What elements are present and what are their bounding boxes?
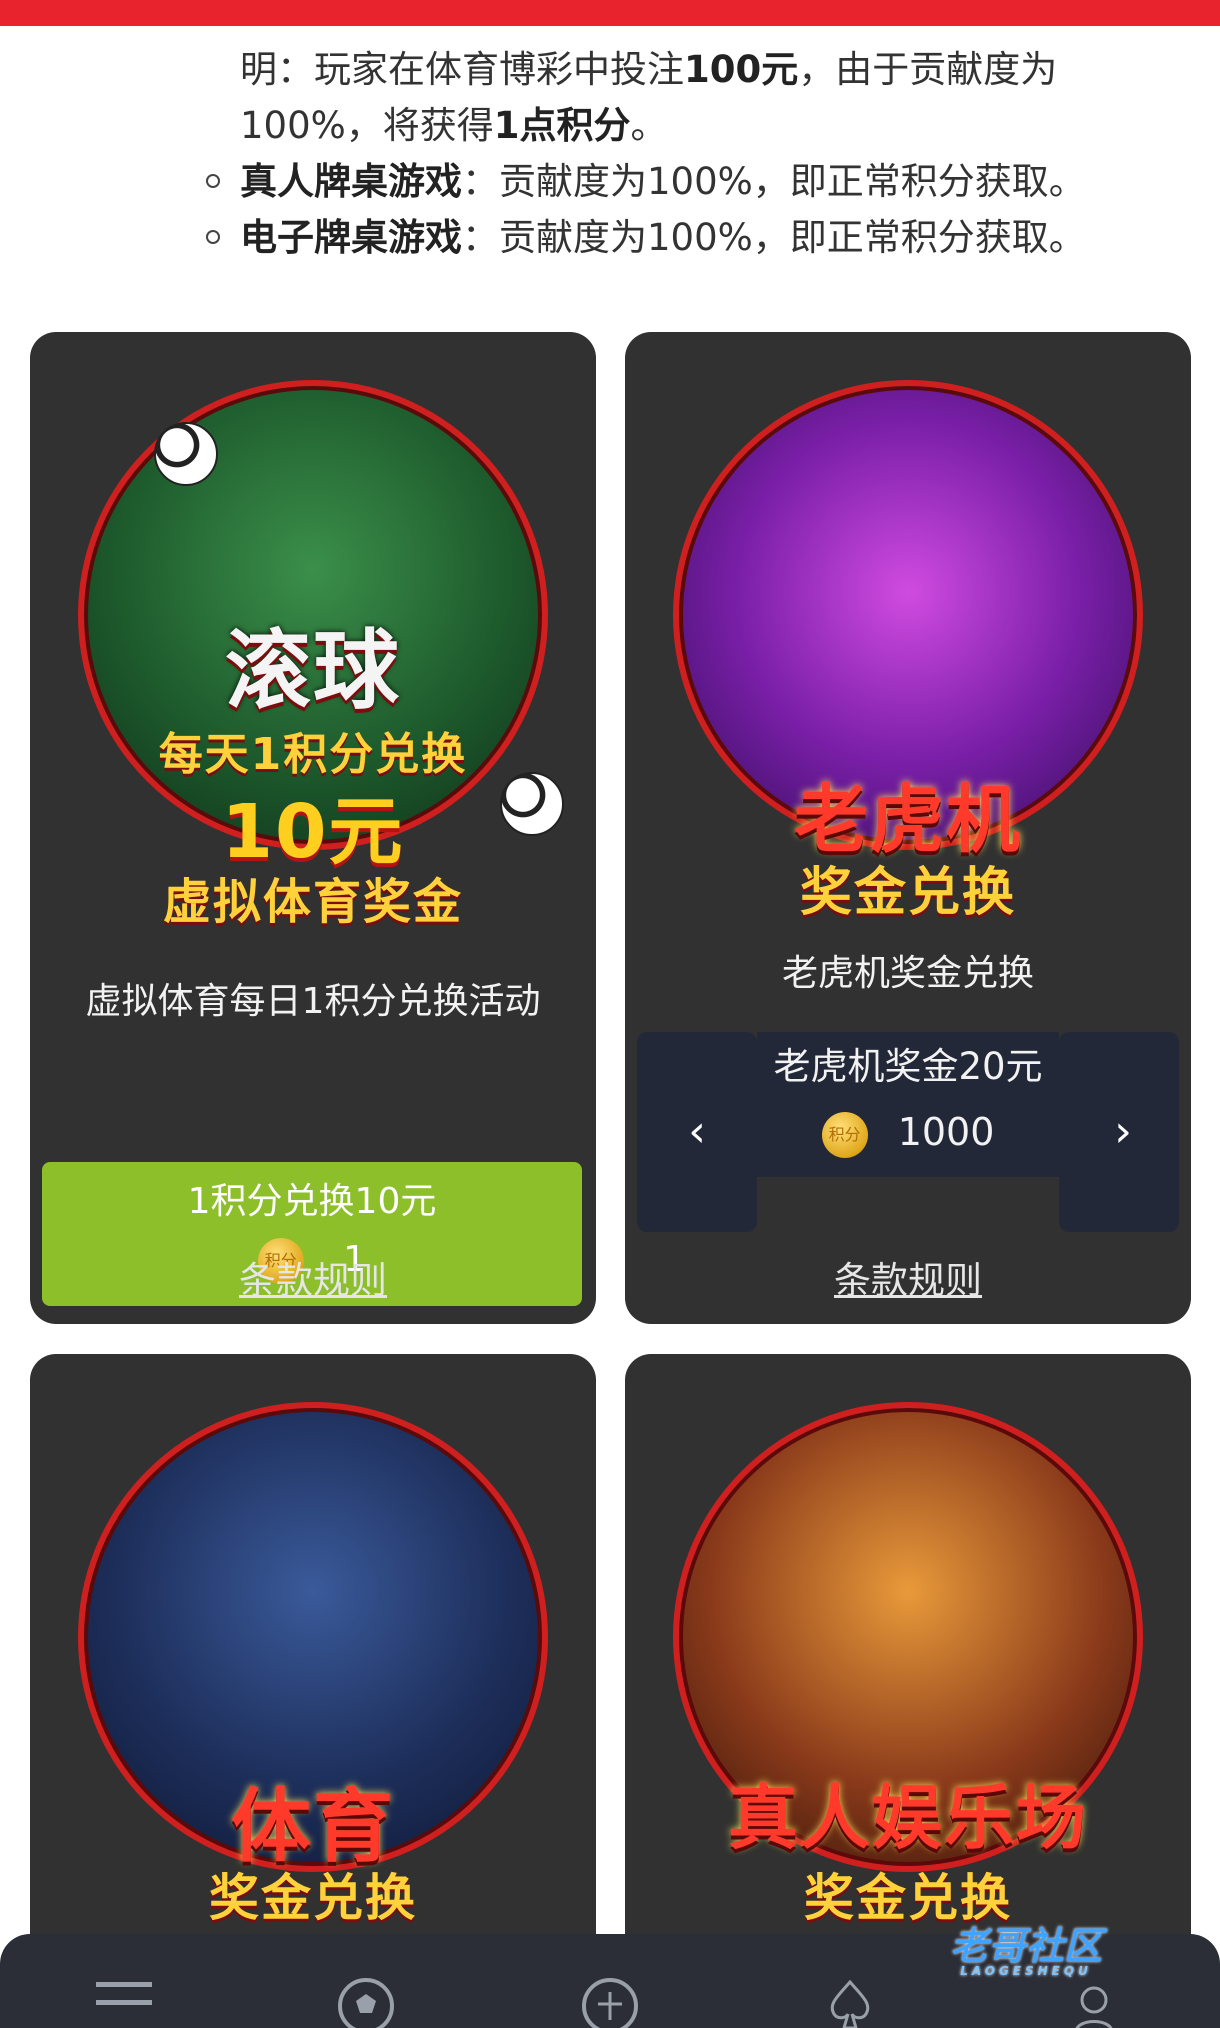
card-live-casino: 真人娱乐场 奖金兑换	[625, 1354, 1191, 2028]
card-sports: 体育 奖金兑换	[30, 1354, 596, 2028]
chevron-left-icon[interactable]: ‹	[677, 1110, 717, 1154]
watermark-title: 老哥社区	[950, 1924, 1103, 1968]
rules-item-live-table: 真人牌桌游戏：贡献度为100%，即正常积分获取。	[240, 160, 1086, 203]
rules-line-1: 明：玩家在体育博彩中投注100元，由于贡献度为	[240, 48, 1058, 91]
bullet-icon	[206, 230, 220, 244]
points-value: 1000	[897, 1110, 995, 1154]
redeem-button-label: 1积分兑换10元	[187, 1181, 437, 1222]
soccer-ball-icon[interactable]	[336, 1974, 396, 2028]
bullet-icon	[206, 174, 220, 188]
support-agent-icon[interactable]	[1064, 1974, 1124, 2028]
coin-icon: 积分	[821, 1111, 868, 1158]
banner-main-text: 滚球	[225, 621, 401, 721]
points-cost: 积分 1000	[637, 1110, 1179, 1158]
banner-sub-text: 奖金兑换	[209, 1869, 417, 1927]
card-slots: 老虎机 奖金兑换 老虎机奖金兑换 老虎机奖金20元 积分 1000 ‹ › 条款…	[625, 332, 1191, 1324]
im-sports-icon[interactable]	[580, 1974, 640, 2028]
chevron-right-icon[interactable]: ›	[1103, 1110, 1143, 1154]
banner-main-text: 真人娱乐场	[728, 1777, 1088, 1859]
terms-link[interactable]: 条款规则	[625, 1250, 1191, 1304]
spade-icon[interactable]	[820, 1974, 880, 2028]
banner-virtual-sports: 滚球 每天1积分兑换 10元 虚拟体育奖金	[58, 360, 568, 930]
menu-icon[interactable]	[94, 1974, 154, 2028]
banner-caption-text: 虚拟体育奖金	[162, 874, 463, 930]
banner-live-casino: 真人娱乐场 奖金兑换	[653, 1382, 1163, 1952]
card-title: 虚拟体育每日1积分兑换活动	[85, 981, 541, 1022]
card-title: 老虎机奖金兑换	[781, 953, 1034, 994]
terms-link[interactable]: 条款规则	[30, 1250, 596, 1304]
soccer-ball-icon	[154, 422, 218, 486]
rules-line-2: 100%，将获得1点积分。	[240, 104, 668, 147]
banner-sub-text: 奖金兑换	[799, 863, 1016, 923]
reward-label: 老虎机奖金20元	[773, 1045, 1043, 1088]
card-virtual-sports: 滚球 每天1积分兑换 10元 虚拟体育奖金 虚拟体育每日1积分兑换活动 1积分兑…	[30, 332, 596, 1324]
banner-slots: 老虎机 奖金兑换	[653, 360, 1163, 930]
watermark-logo: 老哥社区 LAOGESHEQU	[950, 1915, 1102, 1978]
rules-item-electronic-table: 电子牌桌游戏：贡献度为100%，即正常积分获取。	[240, 216, 1086, 259]
reward-carousel: 老虎机奖金20元 积分 1000 ‹ ›	[637, 1032, 1179, 1232]
rules-text: 明：玩家在体育博彩中投注100元，由于贡献度为 100%，将获得1点积分。 真人…	[0, 20, 1220, 280]
watermark-subtitle: LAOGESHEQU	[960, 1964, 1092, 1978]
banner-sports: 体育 奖金兑换	[58, 1382, 568, 1952]
